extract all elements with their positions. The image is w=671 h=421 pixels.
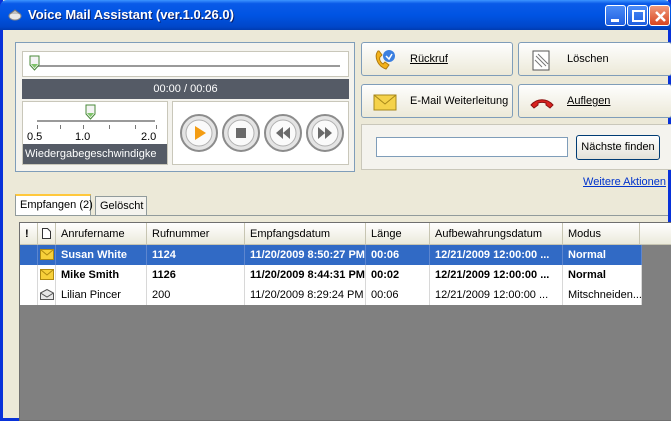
playback-slider[interactable]: [22, 51, 349, 77]
player-panel: 00:00 / 00:06 0.5 1.0 2.0 Wiedergabegesc…: [15, 42, 355, 172]
playback-controls: [172, 101, 349, 165]
window-title: Voice Mail Assistant (ver.1.0.26.0): [28, 7, 234, 22]
speed-label-mid: 1.0: [75, 131, 91, 143]
length-cell: 00:06: [366, 285, 430, 305]
length-cell: 00:02: [366, 265, 430, 285]
speed-caption: Wiedergabegeschwindigke: [23, 144, 167, 164]
number-cell: 1124: [147, 245, 245, 265]
delete-label: Löschen: [567, 53, 609, 65]
retention-cell: 12/21/2009 12:00:00 ...: [430, 245, 563, 265]
speed-label-max: 2.0: [141, 131, 157, 143]
email-forward-button[interactable]: E-Mail Weiterleitung: [361, 84, 513, 118]
mode-cell: Normal: [563, 265, 642, 285]
minimize-icon: [611, 19, 619, 22]
fast-forward-icon[interactable]: [305, 113, 345, 153]
time-display: 00:00 / 00:06: [22, 79, 349, 99]
speed-label-min: 0.5: [27, 131, 43, 143]
tab-divider: [15, 215, 668, 216]
received-cell: 11/20/2009 8:44:31 PM: [245, 265, 366, 285]
table-row[interactable]: Lilian Pincer 200 11/20/2009 8:29:24 PM …: [20, 285, 642, 305]
stop-icon[interactable]: [221, 113, 261, 153]
speed-tick: [156, 125, 157, 129]
main-window: Voice Mail Assistant (ver.1.0.26.0) 00:0…: [0, 0, 671, 421]
close-icon: [655, 11, 666, 22]
play-icon[interactable]: [179, 113, 219, 153]
received-cell: 11/20/2009 8:29:24 PM: [245, 285, 366, 305]
maximize-icon: [632, 10, 645, 22]
voicemail-table: ! Anrufername Rufnummer Empfangsdatum Lä…: [19, 222, 671, 421]
mode-cell: Mitschneiden...: [563, 285, 642, 305]
more-actions-link[interactable]: Weitere Aktionen: [583, 176, 666, 188]
search-input[interactable]: [376, 137, 568, 157]
callback-label: Rückruf: [410, 53, 448, 65]
column-header-status[interactable]: [38, 223, 56, 245]
close-button[interactable]: [649, 5, 670, 26]
table-row[interactable]: Susan White 1124 11/20/2009 8:50:27 PM 0…: [20, 245, 642, 265]
caller-name-cell: Mike Smith: [56, 265, 147, 285]
speed-tick: [60, 125, 61, 129]
unread-message-icon: [40, 269, 54, 280]
retention-cell: 12/21/2009 12:00:00 ...: [430, 265, 563, 285]
hangup-button[interactable]: Auflegen: [518, 84, 671, 118]
hangup-label: Auflegen: [567, 95, 611, 107]
phone-callback-icon: [375, 50, 395, 70]
email-forward-label: E-Mail Weiterleitung: [410, 95, 509, 107]
speed-tick: [109, 125, 110, 129]
read-message-icon: [40, 289, 54, 300]
document-icon: [42, 228, 51, 239]
column-header-length[interactable]: Länge: [366, 223, 430, 245]
unread-message-icon: [40, 249, 54, 260]
length-cell: 00:06: [366, 245, 430, 265]
retention-cell: 12/21/2009 12:00:00 ...: [430, 285, 563, 305]
hang-up-icon: [530, 99, 554, 109]
column-header-retention[interactable]: Aufbewahrungsdatum: [430, 223, 563, 245]
title-bar[interactable]: Voice Mail Assistant (ver.1.0.26.0): [0, 0, 671, 30]
search-panel: Nächste finden: [361, 124, 671, 170]
column-header-mode[interactable]: Modus: [563, 223, 640, 245]
mode-cell: Normal: [563, 245, 642, 265]
delete-button[interactable]: Löschen: [518, 42, 671, 76]
caller-name-cell: Susan White: [56, 245, 147, 265]
status-cell: [38, 245, 56, 265]
speed-tick: [37, 125, 38, 129]
voicemail-app-icon: [8, 9, 22, 21]
speed-slider[interactable]: 0.5 1.0 2.0 Wiedergabegeschwindigke: [22, 101, 168, 165]
number-cell: 1126: [147, 265, 245, 285]
minimize-button[interactable]: [605, 5, 626, 26]
find-next-button[interactable]: Nächste finden: [576, 135, 660, 160]
playback-thumb[interactable]: [29, 55, 40, 71]
priority-cell: [20, 265, 38, 285]
speed-tick: [83, 125, 84, 129]
speed-tick: [135, 125, 136, 129]
column-header-number[interactable]: Rufnummer: [147, 223, 245, 245]
priority-cell: [20, 245, 38, 265]
speed-track: [37, 120, 155, 122]
status-cell: [38, 265, 56, 285]
tab-deleted[interactable]: Gelöscht: [95, 196, 147, 216]
table-header: ! Anrufername Rufnummer Empfangsdatum Lä…: [20, 223, 671, 245]
table-row[interactable]: Mike Smith 1126 11/20/2009 8:44:31 PM 00…: [20, 265, 642, 285]
status-cell: [38, 285, 56, 305]
number-cell: 200: [147, 285, 245, 305]
priority-cell: [20, 285, 38, 305]
maximize-button[interactable]: [627, 5, 648, 26]
column-header-received[interactable]: Empfangsdatum: [245, 223, 366, 245]
column-header-caller[interactable]: Anrufername: [56, 223, 147, 245]
rewind-icon[interactable]: [263, 113, 303, 153]
column-header-priority[interactable]: !: [20, 223, 38, 245]
trash-icon: [532, 50, 550, 71]
playback-track: [31, 65, 340, 67]
received-cell: 11/20/2009 8:50:27 PM: [245, 245, 366, 265]
tab-received[interactable]: Empfangen (2): [15, 194, 93, 216]
callback-button[interactable]: Rückruf: [361, 42, 513, 76]
caller-name-cell: Lilian Pincer: [56, 285, 147, 305]
envelope-icon: [373, 94, 397, 111]
speed-thumb[interactable]: [85, 104, 96, 120]
